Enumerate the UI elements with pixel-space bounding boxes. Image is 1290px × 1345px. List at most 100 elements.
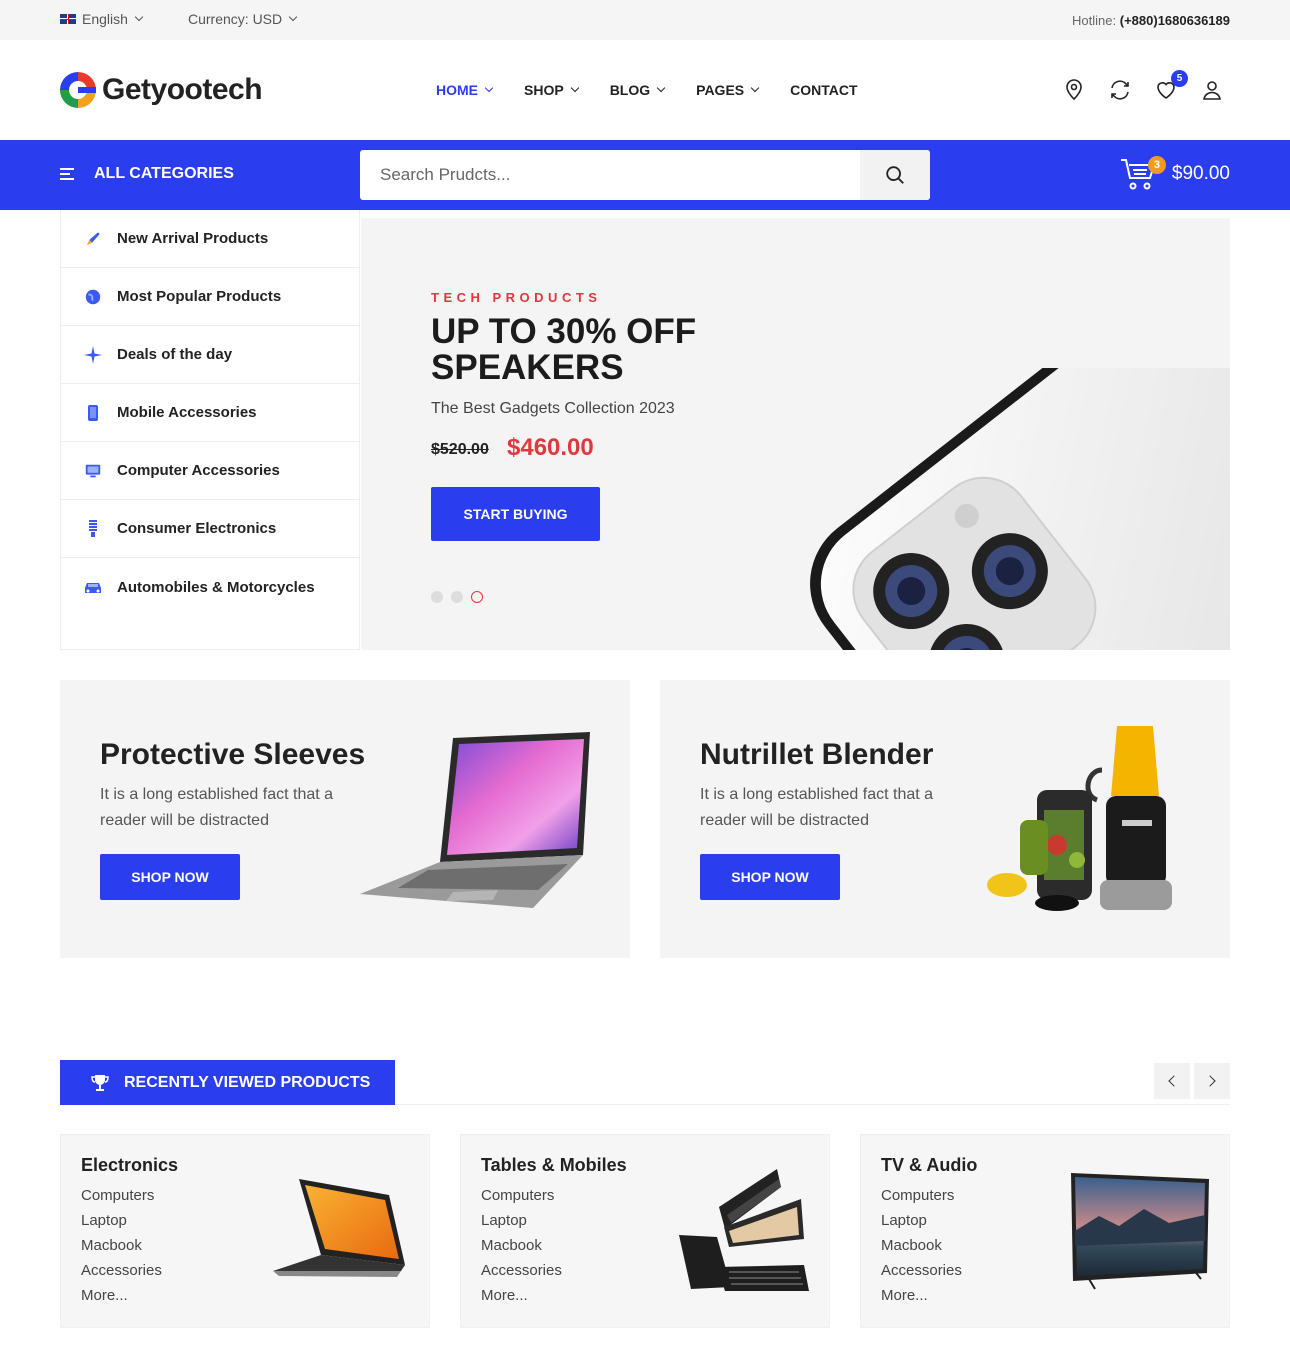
hero-old-price: $520.00 xyxy=(431,441,489,458)
nav-blog[interactable]: BLOG xyxy=(609,82,666,98)
hero-headline: UP TO 30% OFF SPEAKERS xyxy=(431,312,697,387)
hero-phone-image xyxy=(810,368,1230,650)
category-card: Electronics Computers Laptop Macbook Acc… xyxy=(60,1134,430,1328)
category-item-consumer-electronics[interactable]: Consumer Electronics xyxy=(61,500,359,558)
search-icon xyxy=(886,166,904,184)
carousel-next-button[interactable] xyxy=(1194,1063,1230,1099)
recently-viewed-heading: RECENTLY VIEWED PRODUCTS xyxy=(60,1060,395,1105)
logo[interactable]: Getyootech xyxy=(60,72,263,108)
card-link-list: Computers Laptop Macbook Accessories Mor… xyxy=(481,1187,562,1312)
card-link[interactable]: Accessories xyxy=(481,1262,562,1287)
slider-dot[interactable] xyxy=(451,591,463,603)
cart-total: $90.00 xyxy=(1171,163,1230,184)
chevron-left-icon xyxy=(1168,1075,1180,1087)
card-link-list: Computers Laptop Macbook Accessories Mor… xyxy=(81,1187,162,1312)
carousel-prev-button[interactable] xyxy=(1154,1063,1190,1099)
slider-dot[interactable] xyxy=(431,591,443,603)
shop-now-button[interactable]: SHOP NOW xyxy=(100,854,240,900)
card-link[interactable]: Computers xyxy=(481,1187,562,1212)
location-pin-icon[interactable] xyxy=(1062,78,1086,102)
category-item-mobile[interactable]: Mobile Accessories xyxy=(61,384,359,442)
nav-shop[interactable]: SHOP xyxy=(524,82,579,98)
hero-tag: TECH PRODUCTS xyxy=(431,290,602,305)
promo-title: Nutrillet Blender xyxy=(700,738,934,771)
search-box xyxy=(360,150,930,200)
hero-new-price: $460.00 xyxy=(507,434,594,461)
cart-icon: 3 xyxy=(1118,154,1166,194)
compare-refresh-icon[interactable] xyxy=(1108,78,1132,102)
header-actions: 5 xyxy=(1062,70,1224,102)
category-label: Consumer Electronics xyxy=(117,520,277,537)
card-link[interactable]: Macbook xyxy=(481,1237,562,1262)
nav-home[interactable]: HOME xyxy=(436,82,494,98)
category-item-most-popular[interactable]: Most Popular Products xyxy=(61,268,359,326)
card-link[interactable]: More... xyxy=(881,1287,962,1312)
wishlist-heart-icon[interactable]: 5 xyxy=(1154,70,1188,102)
shop-now-button[interactable]: SHOP NOW xyxy=(700,854,840,900)
category-search-bar: ALL CATEGORIES 3 $90.00 xyxy=(0,140,1290,210)
currency-selector[interactable]: Currency: USD xyxy=(188,11,298,27)
nav-blog-label: BLOG xyxy=(609,82,651,98)
main-header: Getyootech HOME SHOP BLOG PAGES CONTACT … xyxy=(0,40,1290,140)
cart-summary[interactable]: 3 $90.00 xyxy=(1118,154,1230,194)
card-title[interactable]: Electronics xyxy=(81,1155,178,1176)
globe-icon xyxy=(83,287,103,307)
search-button[interactable] xyxy=(860,150,930,200)
card-link[interactable]: Laptop xyxy=(881,1212,962,1237)
laptop-image xyxy=(360,732,590,908)
search-input[interactable] xyxy=(360,150,860,200)
nav-contact-label: CONTACT xyxy=(790,82,858,98)
all-categories-toggle[interactable]: ALL CATEGORIES xyxy=(60,165,234,183)
language-selector[interactable]: English xyxy=(60,11,144,27)
card-title[interactable]: Tables & Mobiles xyxy=(481,1155,627,1176)
chevron-right-icon xyxy=(1204,1075,1216,1087)
card-link[interactable]: More... xyxy=(81,1287,162,1312)
card-link[interactable]: Accessories xyxy=(81,1262,162,1287)
category-label: New Arrival Products xyxy=(117,230,269,247)
logo-text: Getyootech xyxy=(102,73,263,106)
bulb-icon xyxy=(83,519,103,539)
card-link[interactable]: Laptop xyxy=(81,1212,162,1237)
hotline-label: Hotline: xyxy=(1072,13,1117,28)
rocket-icon xyxy=(83,229,103,249)
user-account-icon[interactable] xyxy=(1200,78,1224,102)
recently-viewed-title: RECENTLY VIEWED PRODUCTS xyxy=(124,1073,371,1091)
folding-keyboard-image xyxy=(679,1169,809,1291)
category-sidebar: New Arrival Products Most Popular Produc… xyxy=(60,210,360,650)
cart-count-badge: 3 xyxy=(1147,156,1166,174)
card-title[interactable]: TV & Audio xyxy=(881,1155,977,1176)
card-link[interactable]: Accessories xyxy=(881,1262,962,1287)
hero-slider: TECH PRODUCTS UP TO 30% OFF SPEAKERS The… xyxy=(361,218,1230,650)
category-label: Computer Accessories xyxy=(117,462,280,479)
chevron-down-icon xyxy=(750,83,760,93)
chevron-down-icon xyxy=(484,83,494,93)
blender-image xyxy=(987,726,1172,911)
hamburger-menu-icon xyxy=(60,168,74,180)
top-bar: English Currency: USD Hotline: (+880)168… xyxy=(0,0,1290,40)
category-item-deals[interactable]: Deals of the day xyxy=(61,326,359,384)
card-link[interactable]: Laptop xyxy=(481,1212,562,1237)
category-item-automobiles[interactable]: Automobiles & Motorcycles xyxy=(61,558,359,616)
nav-pages-label: PAGES xyxy=(696,82,745,98)
card-link[interactable]: Macbook xyxy=(881,1237,962,1262)
wishlist-count-badge: 5 xyxy=(1171,70,1188,87)
chevron-down-icon xyxy=(288,12,298,22)
sparkle-icon xyxy=(83,345,103,365)
slider-dot-active[interactable] xyxy=(471,591,483,603)
card-link[interactable]: Computers xyxy=(881,1187,962,1212)
card-link-list: Computers Laptop Macbook Accessories Mor… xyxy=(881,1187,962,1312)
category-item-computer[interactable]: Computer Accessories xyxy=(61,442,359,500)
hotline-number[interactable]: (+880)1680636189 xyxy=(1120,13,1230,28)
start-buying-button[interactable]: START BUYING xyxy=(431,487,600,541)
nav-contact[interactable]: CONTACT xyxy=(790,82,857,98)
card-link[interactable]: Macbook xyxy=(81,1237,162,1262)
tv-image xyxy=(1071,1173,1209,1290)
main-nav: HOME SHOP BLOG PAGES CONTACT xyxy=(436,82,890,98)
nav-pages[interactable]: PAGES xyxy=(696,82,760,98)
category-item-new-arrival[interactable]: New Arrival Products xyxy=(61,210,359,268)
language-label: English xyxy=(82,11,128,27)
card-link[interactable]: Computers xyxy=(81,1187,162,1212)
monitor-icon xyxy=(83,461,103,481)
card-link[interactable]: More... xyxy=(481,1287,562,1312)
uk-flag-icon xyxy=(60,14,76,24)
